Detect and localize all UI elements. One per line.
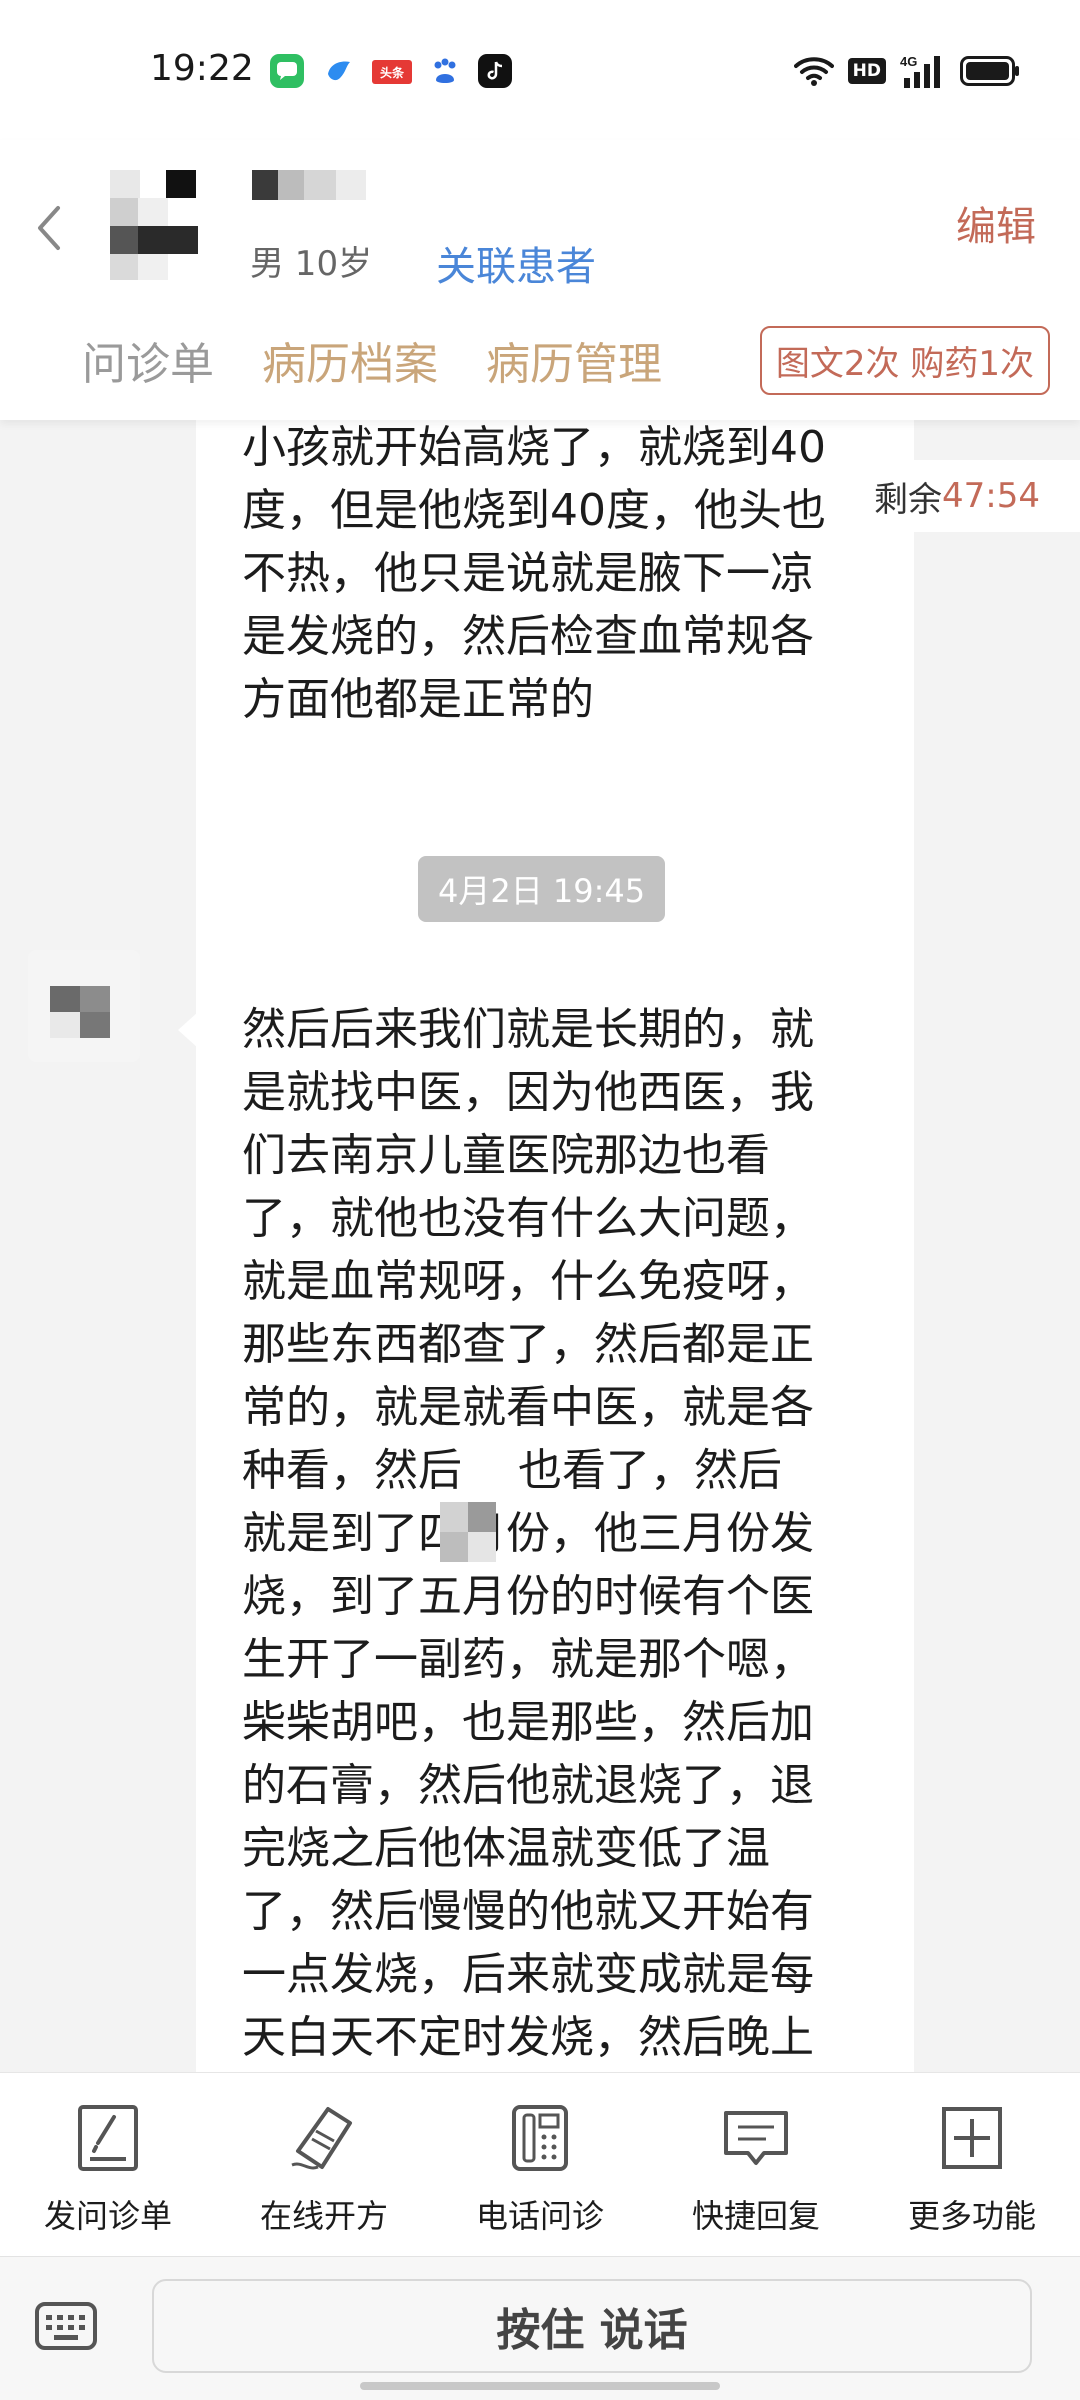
- toutiao-icon: 头条: [372, 60, 412, 84]
- wifi-icon: [793, 57, 834, 86]
- tool-label: 更多功能: [907, 2197, 1036, 2235]
- baidu-icon: [428, 54, 462, 88]
- signal-icon: 4G: [900, 54, 940, 88]
- tiktok-icon: [478, 54, 512, 88]
- battery-icon: [960, 56, 1019, 86]
- more-functions-button[interactable]: 更多功能: [864, 2073, 1080, 2256]
- message-text: 小孩就开始高烧了，就烧到40 度，但是他烧到40度，他头也 不热，他只是说就是腋…: [242, 422, 826, 725]
- patient-gender-age: 男 10岁: [250, 244, 373, 284]
- messages-icon: [270, 54, 304, 88]
- hd-badge: HD: [847, 58, 886, 84]
- bubble-tail: [178, 1012, 198, 1048]
- remaining-time-label: 剩余: [874, 479, 942, 520]
- back-icon[interactable]: [32, 198, 66, 258]
- home-indicator[interactable]: [360, 2382, 720, 2390]
- form-icon: [78, 2105, 138, 2171]
- prescription-icon: [291, 2107, 352, 2170]
- quick-reply-button[interactable]: 快捷回复: [648, 2073, 864, 2256]
- phone-icon: [512, 2105, 568, 2171]
- patient-name-redacted: [252, 170, 372, 200]
- message-text: 然后后来我们就是长期的，就 是就找中医，因为他西医，我 们去南京儿童医院那边也看…: [242, 1004, 814, 2063]
- hold-to-talk-button[interactable]: 按住 说话: [152, 2279, 1032, 2373]
- message-timestamp: 4月2日 19:45: [418, 856, 666, 922]
- phone-consult-button[interactable]: 电话问诊: [432, 2073, 648, 2256]
- link-patient-button[interactable]: 关联患者: [436, 234, 596, 292]
- patient-avatar[interactable]: [110, 170, 200, 280]
- status-time: 19:22: [150, 48, 254, 89]
- header-tabs: 问诊单 病历档案 病历管理: [82, 330, 662, 390]
- redacted-name: [440, 1502, 496, 1562]
- blue-bird-icon: [322, 54, 356, 88]
- tab-consultation-form[interactable]: 问诊单: [82, 328, 214, 392]
- remaining-time: 剩余 47:54: [874, 460, 1080, 532]
- tab-record-management[interactable]: 病历管理: [486, 328, 662, 392]
- edit-button[interactable]: 编辑: [956, 194, 1036, 252]
- remaining-time-value: 47:54: [942, 476, 1040, 516]
- input-bar: 按住 说话: [0, 2256, 1080, 2400]
- tool-label: 在线开方: [259, 2197, 388, 2235]
- tool-label: 发问诊单: [43, 2197, 172, 2235]
- keyboard-icon[interactable]: [34, 2301, 98, 2351]
- chat-area[interactable]: 小孩就开始高烧了，就烧到40 度，但是他烧到40度，他头也 不热，他只是说就是腋…: [0, 420, 1080, 2072]
- sender-avatar[interactable]: [28, 950, 140, 1062]
- action-toolbar: 发问诊单 在线开方 电话问诊 快捷回复 更多功能: [0, 2072, 1080, 2256]
- status-indicators: HD 4G: [793, 52, 1020, 90]
- tool-label: 电话问诊: [475, 2197, 604, 2235]
- quick-reply-icon: [724, 2111, 788, 2165]
- online-prescription-button[interactable]: 在线开方: [216, 2073, 432, 2256]
- status-bar: 19:22 头条 HD 4G: [0, 0, 1080, 140]
- tab-medical-records[interactable]: 病历档案: [262, 328, 438, 392]
- network-type: 4G: [900, 54, 917, 69]
- tool-label: 快捷回复: [691, 2197, 820, 2235]
- chat-header: 男 10岁 关联患者 编辑 问诊单 病历档案 病历管理 图文2次 购药1次: [0, 140, 1080, 420]
- service-quota-badge[interactable]: 图文2次 购药1次: [759, 326, 1050, 395]
- plus-icon: [942, 2107, 1002, 2169]
- send-form-button[interactable]: 发问诊单: [0, 2073, 216, 2256]
- message-bubble[interactable]: 然后后来我们就是长期的，就 是就找中医，因为他西医，我 们去南京儿童医院那边也看…: [178, 964, 914, 2072]
